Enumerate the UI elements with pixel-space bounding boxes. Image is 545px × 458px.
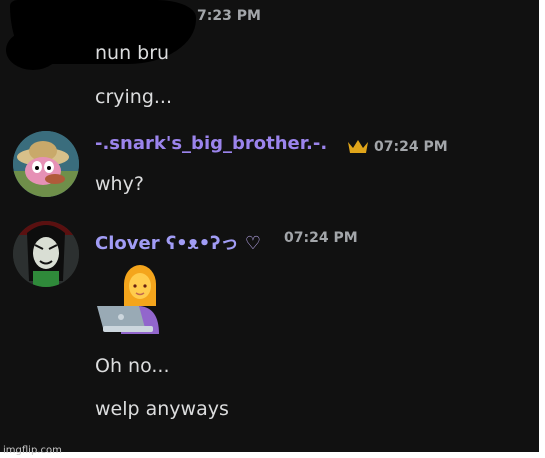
message-text: Oh no...: [95, 355, 170, 377]
message-timestamp: 7:23 PM: [197, 8, 261, 24]
avatar-image: [13, 221, 79, 287]
avatar-image: [13, 131, 79, 197]
message-text: why?: [95, 173, 144, 195]
message-timestamp: 07:24 PM: [374, 139, 448, 155]
chat-panel: 7:23 PM nun bru crying... -.snark's_big_…: [0, 0, 539, 452]
message-text: welp anyways: [95, 398, 229, 420]
watermark: imgflip.com: [3, 445, 62, 456]
crown-icon: [348, 140, 368, 153]
username[interactable]: -.snark's_big_brother.-.: [95, 133, 327, 154]
woman-technologist-emoji: [97, 265, 159, 334]
message-text: nun bru: [95, 42, 170, 64]
avatar[interactable]: [13, 221, 79, 287]
heart-icon: ♡: [244, 233, 261, 254]
username[interactable]: Clover ʕ•ᴥ•ʔっ: [95, 233, 239, 254]
avatar[interactable]: [13, 131, 79, 197]
username-group[interactable]: Clover ʕ•ᴥ•ʔっ ♡: [95, 229, 261, 255]
message-timestamp: 07:24 PM: [284, 230, 358, 246]
redaction-scribble-avatar: [6, 30, 60, 70]
message-text: crying...: [95, 86, 173, 108]
